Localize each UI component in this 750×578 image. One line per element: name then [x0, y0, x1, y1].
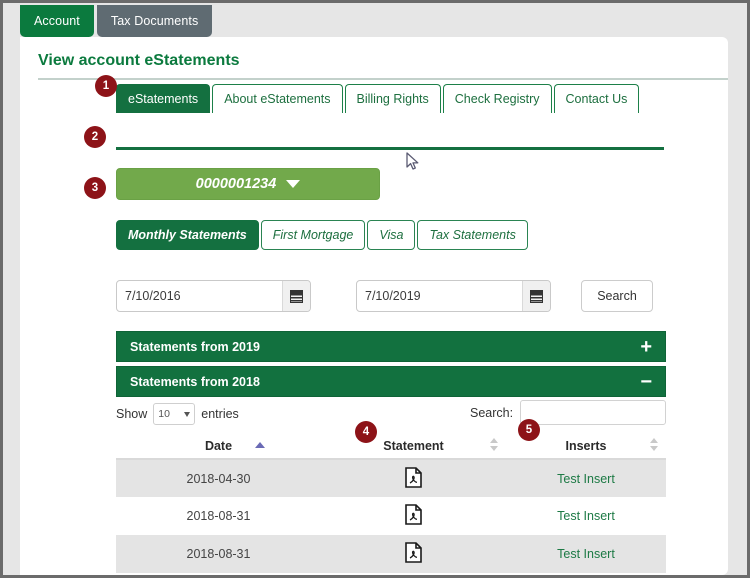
show-entries-control: Show 10 entries — [116, 403, 239, 425]
insert-link[interactable]: Test Insert — [557, 472, 615, 486]
cell-statement — [321, 497, 506, 535]
accordion-statements-2018-label: Statements from 2018 — [130, 374, 260, 389]
minus-icon: − — [640, 370, 652, 393]
tab-estatements-label: eStatements — [128, 92, 199, 106]
statement-type-tabs: Monthly Statements First Mortgage Visa T… — [116, 220, 530, 250]
subtab-visa[interactable]: Visa — [367, 220, 416, 250]
tab-billing-rights[interactable]: Billing Rights — [344, 84, 441, 113]
table-search-input[interactable] — [520, 400, 667, 425]
tab-estatements[interactable]: eStatements — [116, 84, 211, 113]
show-entries-suffix-label: entries — [201, 407, 239, 421]
subtab-first-mortgage[interactable]: First Mortgage — [260, 220, 366, 250]
title-divider — [38, 78, 728, 80]
column-header-date-label: Date — [204, 438, 233, 453]
subtab-tax-statements-label: Tax Statements — [429, 228, 516, 242]
subtab-first-mortgage-label: First Mortgage — [272, 228, 354, 242]
page-size-select[interactable]: 10 — [153, 403, 196, 425]
insert-link[interactable]: Test Insert — [557, 509, 615, 523]
tab-check-registry[interactable]: Check Registry — [442, 84, 552, 113]
cell-date: 2018-04-30 — [116, 459, 321, 497]
insert-link[interactable]: Test Insert — [557, 547, 615, 561]
chevron-down-icon — [184, 411, 191, 417]
cell-statement — [321, 535, 506, 573]
to-date-calendar-button[interactable] — [522, 281, 550, 311]
account-selector-value: 0000001234 — [195, 176, 277, 192]
column-header-inserts-label: Inserts — [565, 438, 607, 453]
from-date-field[interactable]: 7/10/2016 — [116, 280, 311, 312]
page-size-value: 10 — [158, 408, 170, 420]
accordion-statements-2019[interactable]: Statements from 2019 + — [116, 331, 666, 362]
window-tab-account-label: Account — [34, 14, 80, 28]
window-tab-tax-documents-label: Tax Documents — [110, 14, 199, 28]
calendar-icon — [530, 289, 543, 303]
calendar-icon — [290, 289, 303, 303]
table-search-control: Search: — [470, 400, 667, 425]
cell-inserts: Test Insert — [506, 535, 666, 573]
date-search-button[interactable]: Search — [581, 280, 653, 312]
subtab-monthly-statements-label: Monthly Statements — [128, 228, 247, 242]
window-tab-account[interactable]: Account — [20, 5, 94, 37]
statements-table-body: 2018-04-30 Test Insert 2018-08-31 Test I… — [116, 459, 666, 573]
sort-ascending-icon — [255, 442, 265, 448]
from-date-value[interactable]: 7/10/2016 — [117, 281, 282, 311]
to-date-value[interactable]: 7/10/2019 — [357, 281, 522, 311]
page-title: View account eStatements — [38, 52, 240, 69]
table-row: 2018-04-30 Test Insert — [116, 459, 666, 497]
tab-contact-us[interactable]: Contact Us — [553, 84, 640, 113]
statements-table-head: Date Statement Inserts — [116, 433, 666, 460]
sort-none-icon — [649, 438, 658, 453]
column-header-statement-label: Statement — [383, 438, 444, 453]
pdf-icon[interactable] — [405, 542, 422, 566]
date-filter-row: 7/10/2016 7/10/2019 Search — [116, 280, 653, 312]
date-search-button-label: Search — [597, 289, 637, 303]
statements-table: Date Statement Inserts 2018-04-30 Test I… — [116, 433, 666, 573]
from-date-calendar-button[interactable] — [282, 281, 310, 311]
sort-none-icon — [489, 438, 498, 453]
callout-badge-2: 2 — [84, 126, 106, 148]
mouse-cursor — [406, 152, 420, 177]
tab-billing-rights-label: Billing Rights — [356, 92, 429, 106]
table-row: 2018-08-31 Test Insert — [116, 497, 666, 535]
tab-about-estatements-label: About eStatements — [224, 92, 331, 106]
content-panel: View account eStatements eStatements Abo… — [20, 37, 728, 575]
accordion-statements-2018[interactable]: Statements from 2018 − — [116, 366, 666, 397]
subtab-tax-statements[interactable]: Tax Statements — [417, 220, 528, 250]
window-tabs: Account Tax Documents — [20, 3, 213, 37]
account-selector-dropdown[interactable]: 0000001234 — [116, 168, 380, 200]
subtab-monthly-statements[interactable]: Monthly Statements — [116, 220, 259, 250]
chevron-down-icon — [286, 180, 301, 188]
callout-badge-3: 3 — [84, 177, 106, 199]
subtab-visa-label: Visa — [379, 228, 404, 242]
primary-tabs-underline — [116, 147, 664, 150]
window-tab-tax-documents[interactable]: Tax Documents — [96, 5, 213, 37]
pdf-icon[interactable] — [405, 466, 422, 491]
tab-about-estatements[interactable]: About eStatements — [212, 84, 343, 113]
cell-statement — [321, 459, 506, 497]
callout-badge-4: 4 — [355, 421, 377, 443]
to-date-field[interactable]: 7/10/2019 — [356, 280, 551, 312]
column-header-statement[interactable]: Statement — [321, 433, 506, 460]
primary-tabs: eStatements About eStatements Billing Ri… — [116, 84, 641, 113]
table-row: 2018-08-31 Test Insert — [116, 535, 666, 573]
pdf-icon[interactable] — [405, 504, 422, 528]
cell-inserts: Test Insert — [506, 497, 666, 535]
cell-inserts: Test Insert — [506, 459, 666, 497]
tab-contact-us-label: Contact Us — [565, 92, 628, 106]
callout-badge-1: 1 — [95, 75, 117, 97]
tab-check-registry-label: Check Registry — [454, 92, 540, 106]
plus-icon: + — [640, 335, 652, 358]
show-entries-prefix-label: Show — [116, 407, 148, 421]
column-header-date[interactable]: Date — [116, 433, 321, 460]
callout-badge-5: 5 — [518, 419, 540, 441]
app-window: Account Tax Documents View account eStat… — [0, 0, 750, 578]
table-search-label: Search: — [470, 405, 514, 420]
accordion-statements-2019-label: Statements from 2019 — [130, 339, 260, 354]
table-header-row: Date Statement Inserts — [116, 433, 666, 460]
cell-date: 2018-08-31 — [116, 497, 321, 535]
cell-date: 2018-08-31 — [116, 535, 321, 573]
